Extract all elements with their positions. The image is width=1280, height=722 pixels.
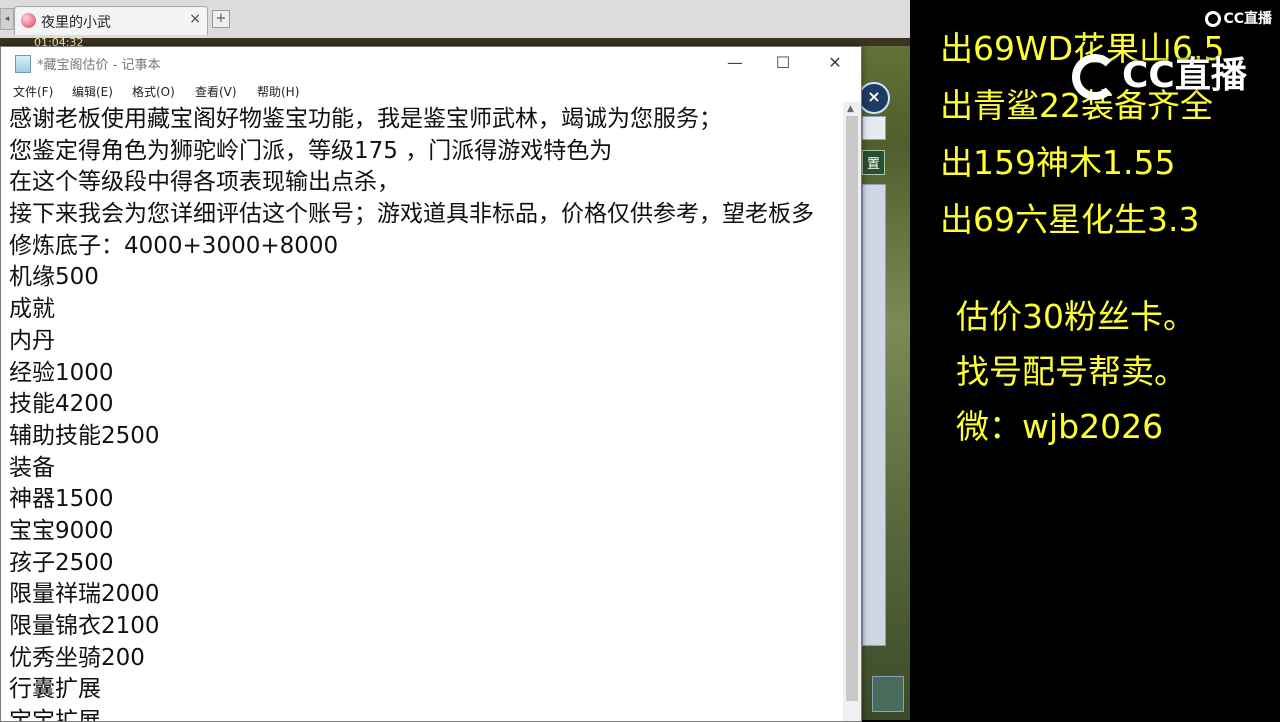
text-line: 限量锦衣2100 <box>9 613 160 639</box>
info-line: 估价30粉丝卡。 <box>956 297 1196 336</box>
text-line: 宝宝扩展 <box>9 706 814 721</box>
text-line: 宝宝9000 <box>9 517 114 544</box>
text-line: 经验1000 <box>9 359 114 386</box>
game-close-button[interactable]: × <box>858 82 890 114</box>
tab-favicon-icon <box>21 13 36 28</box>
text-line: 在这个等级段中得各项表现输出点杀， <box>9 169 400 196</box>
text-line: 孩子2500 <box>9 549 114 576</box>
text-line: 装备 <box>9 454 55 481</box>
notepad-icon <box>15 55 31 73</box>
tab-close-icon[interactable]: × <box>189 11 201 27</box>
minimize-button[interactable]: — <box>719 51 751 75</box>
cc-logo-small-text: CC直播 <box>1223 11 1272 27</box>
text-line: 机缘500 <box>9 264 99 291</box>
notepad-window: *藏宝阁估价 - 记事本 — ☐ ✕ 文件(F) 编辑(E) 格式(O) 查看(… <box>0 46 862 722</box>
text-line: 行囊扩展 <box>9 676 101 703</box>
stream-overlay: CC直播 出69WD花果山6.5 出青鲨22装备齐全 出159神木1.55 出6… <box>910 0 1280 720</box>
game-toolbar-icon[interactable] <box>872 676 904 712</box>
sale-item: 出69六星化生3.3 <box>940 200 1200 239</box>
text-line: 成就 <box>9 296 55 323</box>
browser-tab[interactable]: 夜里的小武 × <box>14 6 208 35</box>
text-line: 优秀坐骑200 <box>9 644 145 671</box>
menu-edit[interactable]: 编辑(E) <box>72 83 113 100</box>
text-line: 接下来我会为您详细评估这个账号；游戏道具非标品，价格仅供参考，望老板多 <box>9 201 814 228</box>
notepad-menubar: 文件(F) 编辑(E) 格式(O) 查看(V) 帮助(H) <box>1 80 861 102</box>
scroll-up-icon[interactable]: ▲ <box>847 104 854 114</box>
game-side-panel <box>862 184 886 646</box>
menu-help[interactable]: 帮助(H) <box>257 83 299 100</box>
text-line: 神器1500 <box>9 486 114 513</box>
close-button[interactable]: ✕ <box>819 51 851 75</box>
browser-tab-bar: ◂ 夜里的小武 × + <box>0 0 910 39</box>
tab-scroll-left-button[interactable]: ◂ <box>0 8 14 30</box>
cc-logo-big-text: CC直播 <box>1122 55 1247 96</box>
text-line: 技能4200 <box>9 391 114 418</box>
text-line: 辅助技能2500 <box>9 422 160 449</box>
cc-logo-watermark: CC直播 <box>1072 46 1247 100</box>
menu-file[interactable]: 文件(F) <box>13 83 53 100</box>
game-status-strip <box>0 38 910 46</box>
scrollbar-thumb[interactable] <box>846 116 858 701</box>
tab-title: 夜里的小武 <box>41 15 111 31</box>
notepad-title: *藏宝阁估价 - 记事本 <box>37 58 161 73</box>
game-side-tag[interactable]: 置 <box>862 150 886 175</box>
sale-item: 出159神木1.55 <box>940 143 1176 182</box>
text-line: 限量祥瑞2000 <box>9 581 160 608</box>
cc-ring-icon <box>1072 54 1118 100</box>
info-line: 找号配号帮卖。 <box>956 352 1187 391</box>
text-line: 您鉴定得角色为狮驼岭门派，等级175 ，门派得游戏特色为 <box>9 137 613 164</box>
text-line: 感谢老板使用藏宝阁好物鉴宝功能，我是鉴宝师武林，竭诚为您服务； <box>9 106 722 132</box>
text-lines: 感谢老板使用藏宝阁好物鉴宝功能，我是鉴宝师武林，竭诚为您服务； 您鉴定得角色为狮驼… <box>9 104 814 721</box>
notepad-text-area[interactable]: 感谢老板使用藏宝阁好物鉴宝功能，我是鉴宝师武林，竭诚为您服务； 您鉴定得角色为狮驼… <box>1 102 841 721</box>
text-line: 修炼底子：4000+3000+8000 <box>9 232 339 259</box>
maximize-button[interactable]: ☐ <box>767 51 799 75</box>
menu-format[interactable]: 格式(O) <box>132 83 175 100</box>
info-line: 微：wjb2026 <box>956 407 1164 446</box>
new-tab-button[interactable]: + <box>212 10 230 28</box>
text-line: 内丹 <box>9 327 55 354</box>
menu-view[interactable]: 查看(V) <box>195 83 237 100</box>
notepad-titlebar: *藏宝阁估价 - 记事本 — ☐ ✕ <box>1 47 861 78</box>
game-search-icon[interactable] <box>862 116 886 140</box>
vertical-scrollbar[interactable]: ▲ <box>843 102 861 721</box>
